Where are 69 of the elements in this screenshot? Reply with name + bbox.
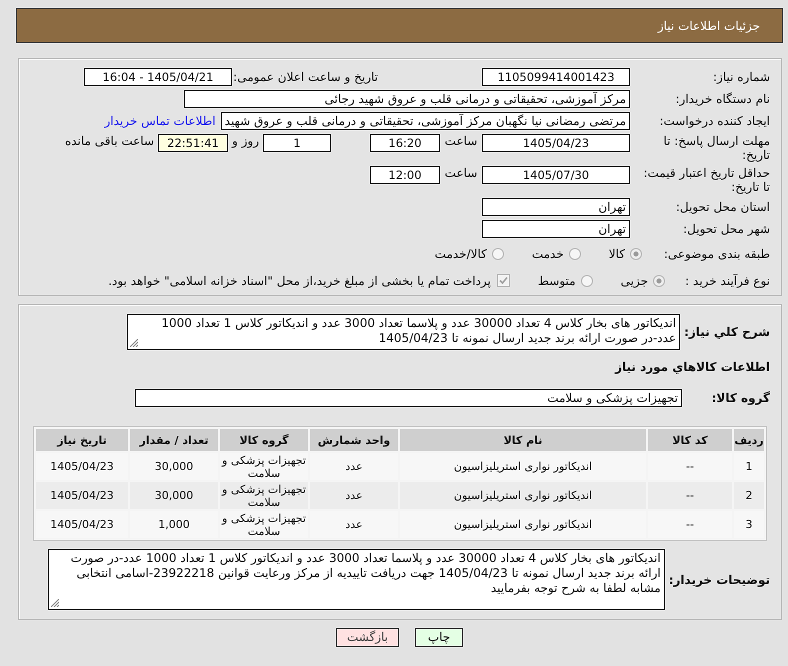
checkbox[interactable] (496, 274, 510, 287)
field-label: استان محل تحویل: (674, 200, 770, 214)
table-cell: اندیکاتور نواری استریلیزاسیون (400, 482, 646, 509)
province-field[interactable]: تهران (482, 198, 630, 216)
resize-grip-icon[interactable] (130, 339, 138, 347)
field-label: مهلت ارسال پاسخ: تا تاریخ: (662, 134, 770, 162)
column-header: ردیف (734, 429, 764, 451)
table-cell: تجهیزات پزشکی و سلامت (220, 482, 308, 509)
days-field[interactable]: 1 (263, 134, 331, 152)
table-cell: عدد (310, 482, 398, 509)
column-header: نام کالا (400, 429, 646, 451)
radio-button[interactable] (630, 248, 642, 260)
creator-field[interactable]: مرتضی رمضانی نیا نگهبان مرکز آموزشی، تحقیقاتی و درمانی قلب و عروق شهید (220, 112, 630, 130)
announce-date-field[interactable]: 1405/04/21 - 16:04 (84, 68, 232, 86)
table-cell: 30,000 (130, 482, 218, 509)
field-label: نام دستگاه خریدار: (674, 92, 770, 106)
remaining-time-field[interactable]: 22:51:41 (158, 134, 228, 152)
page-title: جزئیات اطلاعات نیاز (658, 18, 760, 32)
radio-label: کالا/خدمت (434, 246, 487, 260)
radio-label: متوسط (538, 274, 576, 288)
buyer-notes-box[interactable] (48, 549, 665, 610)
field-label: حداقل تاریخ اعتبار قیمت: تا تاریخ: (642, 166, 770, 194)
days-label: روز و (230, 134, 260, 148)
section-title: اطلاعات کالاهاي مورد نياز (614, 359, 770, 375)
radio-button[interactable] (568, 248, 581, 260)
table-cell: تجهیزات پزشکی و سلامت (220, 453, 308, 480)
need-number-field[interactable]: 1105099414001423 (482, 68, 630, 86)
description-box[interactable]: اندیکاتور های بخار کلاس 4 تعداد 30000 عدد و پلاسما تعداد 3000 عدد و اندیکاتور کلاس 1 تعداد 1000 عدد-در صورت ارائه برند جدید ارسال نمونه تا 1405/04/23 (127, 314, 680, 350)
remaining-label: ساعت باقی مانده (64, 134, 154, 148)
radio-label: جزیی (620, 274, 648, 288)
treasury-payment-text: پرداخت تمام یا بخشی از مبلغ خرید،از محل "اسناد خزانه اسلامی" خواهد بود. (108, 274, 491, 288)
radio-button[interactable] (653, 274, 665, 286)
resize-grip-icon[interactable] (50, 599, 59, 607)
time-label: ساعت (444, 166, 478, 180)
contact-link[interactable]: اطلاعات تماس خریدار (104, 114, 216, 128)
field-label: توضیحات خریدار: (668, 572, 770, 586)
time-label: ساعت (444, 134, 478, 148)
deadline-date-field[interactable]: 1405/04/23 (482, 134, 630, 152)
field-label: طبقه بندی موضوعی: (662, 246, 770, 260)
field-label: گروه کالا: (710, 391, 770, 405)
deadline-time-field[interactable]: 16:20 (370, 134, 440, 152)
radio-button[interactable] (580, 274, 593, 286)
description-text: اندیکاتور های بخار کلاس 4 تعداد 30000 عدد و پلاسما تعداد 3000 عدد و اندیکاتور کلاس 1 تعداد 1000 عدد-در صورت ارائه برند جدید ارسال نمونه تا 1405/04/23 (160, 316, 676, 346)
goods-group-field[interactable]: تجهیزات پزشکی و سلامت (135, 389, 682, 407)
radio-button[interactable] (492, 248, 504, 260)
validity-time-field[interactable]: 12:00 (370, 166, 440, 184)
column-header: واحد شمارش (310, 429, 398, 451)
table-cell: -- (648, 482, 732, 509)
column-header: کد کالا (648, 429, 732, 451)
field-label: تاریخ و ساعت اعلان عمومی: (232, 70, 378, 84)
table-cell: 2 (734, 482, 764, 509)
city-field[interactable]: تهران (482, 220, 630, 238)
field-label: شرح کلي نياز: (684, 325, 770, 339)
buyer-field[interactable]: مرکز آموزشی، تحقیقاتی و درمانی قلب و عروق شهید رجائی (184, 90, 630, 108)
buyer-notes-text: اندیکاتور های بخار کلاس 4 تعداد 30000 عدد و پلاسما تعداد 3000 عدد و اندیکاتور کلاس 1 تعداد 1000 عدد-در صورت ارائه برند جدید ارسال نمونه تا 1405/04/23 جهت دریافت تاییدیه از مرکز ورعایت قوانین 23922218-اسامی انتخابی مشابه لطفا به شرح توجه بفرمایید (70, 551, 661, 596)
validity-date-field[interactable]: 1405/07/30 (482, 166, 630, 184)
back-button[interactable]: بازگشت (336, 628, 399, 647)
field-label: ایجاد کننده درخواست: (658, 114, 770, 128)
table-cell: 1405/04/23 (36, 482, 128, 509)
field-label: نوع فرآیند خرید : (684, 274, 770, 288)
field-label: شماره نیاز: (712, 70, 770, 84)
table-cell: تجهیزات پزشکی و سلامت (220, 511, 308, 538)
radio-label: کالا (608, 246, 625, 260)
column-header: گروه کالا (220, 429, 308, 451)
column-header: تعداد / مقدار (130, 429, 218, 451)
print-button[interactable]: چاپ (415, 628, 463, 647)
column-header: تاریخ نیاز (36, 429, 128, 451)
field-label: شهر محل تحویل: (682, 222, 770, 236)
radio-label: خدمت (532, 246, 564, 260)
